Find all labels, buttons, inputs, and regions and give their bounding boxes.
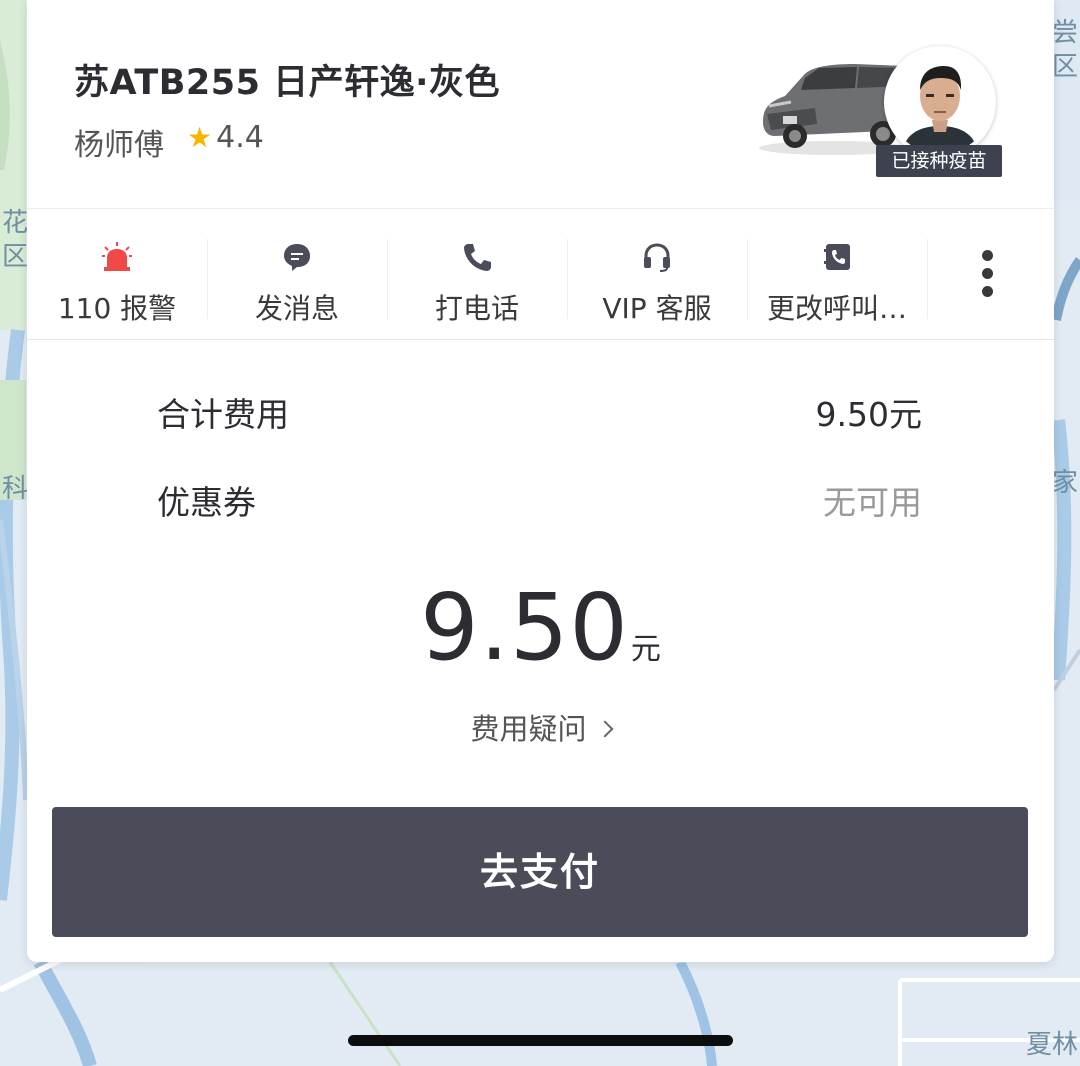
map-label: 夏林 — [1025, 1030, 1078, 1060]
trip-payment-card: 苏ATB255 日产轩逸·灰色 杨师傅 ★ 4.4 已接种疫苗 110 报警 发… — [27, 0, 1054, 962]
vaccinated-badge: 已接种疫苗 — [876, 145, 1002, 177]
map-label: 区 — [1051, 52, 1078, 82]
alarm-110-button[interactable]: 110 报警 — [27, 209, 207, 339]
home-indicator[interactable] — [348, 1035, 733, 1046]
total-fee-value: 9.50元 — [815, 395, 922, 434]
driver-avatar[interactable] — [884, 46, 996, 158]
action-label: 打电话 — [434, 292, 519, 325]
coupon-row[interactable]: 优惠券 无可用 — [157, 476, 922, 526]
map-label: 家 — [1051, 468, 1078, 498]
action-label: 110 报警 — [57, 292, 177, 325]
alarm-light-icon — [102, 242, 132, 271]
contact-book-icon — [824, 244, 850, 270]
message-bubble-icon — [284, 244, 310, 271]
driver-info-header[interactable]: 苏ATB255 日产轩逸·灰色 杨师傅 ★ 4.4 已接种疫苗 — [27, 0, 1054, 209]
phone-icon — [464, 244, 491, 271]
action-bar: 110 报警 发消息 打电话 VIP 客服 更改呼叫… — [27, 209, 1054, 340]
map-label: 尝 — [1051, 18, 1078, 48]
rating-value: 4.4 — [216, 120, 264, 155]
more-dot-icon — [981, 286, 993, 297]
action-label: 发消息 — [254, 292, 339, 325]
change-caller-button[interactable]: 更改呼叫… — [747, 209, 927, 339]
action-label: VIP 客服 — [602, 292, 712, 325]
fee-question-link[interactable]: 费用疑问 — [27, 706, 1054, 748]
chevron-right-icon — [596, 720, 613, 738]
vip-service-button[interactable]: VIP 客服 — [567, 209, 747, 339]
coupon-label: 优惠券 — [157, 483, 256, 522]
divider — [927, 239, 928, 319]
action-label: 更改呼叫… — [766, 292, 907, 325]
headset-icon — [644, 243, 670, 272]
star-icon: ★ — [187, 121, 213, 154]
amount-value: 9.50 — [420, 574, 629, 681]
driver-rating: ★ 4.4 — [187, 120, 264, 155]
map-label: 花 — [2, 208, 29, 238]
pay-button[interactable]: 去支付 — [52, 807, 1028, 937]
more-dot-icon — [981, 250, 993, 261]
amount-due: 9.50元 — [27, 574, 1054, 681]
more-options-button[interactable] — [967, 244, 1007, 304]
map-label: 区 — [2, 242, 29, 272]
fee-question-label: 费用疑问 — [470, 712, 587, 746]
total-fee-row: 合计费用 9.50元 — [157, 388, 922, 438]
call-button[interactable]: 打电话 — [387, 209, 567, 339]
map-label: 科 — [2, 474, 29, 504]
driver-name: 杨师傅 — [74, 128, 164, 163]
send-message-button[interactable]: 发消息 — [207, 209, 387, 339]
vehicle-plate-and-model: 苏ATB255 日产轩逸·灰色 — [74, 63, 500, 103]
amount-unit: 元 — [630, 632, 661, 667]
more-dot-icon — [981, 268, 993, 279]
total-fee-label: 合计费用 — [157, 395, 289, 434]
coupon-value: 无可用 — [823, 483, 922, 522]
